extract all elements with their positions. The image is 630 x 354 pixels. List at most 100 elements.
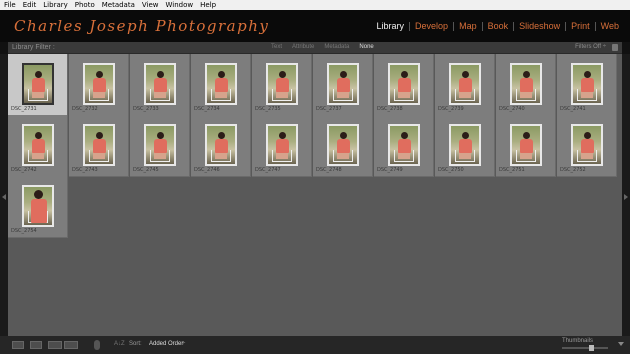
photo-head <box>523 71 530 78</box>
thumbnail-filename: DSC_2743 <box>72 167 98 173</box>
thumbnail-filename: DSC_2739 <box>438 106 464 112</box>
photo-thumbnail[interactable] <box>22 124 54 166</box>
loupe-view-button[interactable] <box>30 341 42 349</box>
thumbnail-cell[interactable]: DSC_2732 <box>69 54 129 116</box>
grid-view-button[interactable] <box>12 341 24 349</box>
thumbnail-cell[interactable]: DSC_2754 <box>8 176 68 238</box>
module-develop[interactable]: Develop <box>410 21 453 31</box>
module-book[interactable]: Book <box>483 21 514 31</box>
sort-direction-icon[interactable]: A↓Z <box>114 341 125 347</box>
filter-option-none[interactable]: None <box>354 44 378 50</box>
toolbar-options-icon[interactable] <box>618 342 624 346</box>
photo-thumbnail[interactable] <box>327 124 359 166</box>
left-panel-toggle[interactable] <box>0 54 8 336</box>
photo-thumbnail[interactable] <box>388 124 420 166</box>
thumbnail-cell[interactable]: DSC_2734 <box>191 54 251 116</box>
photo-thumbnail[interactable] <box>205 124 237 166</box>
photo-thumbnail[interactable] <box>327 63 359 105</box>
module-library[interactable]: Library <box>372 21 410 31</box>
menu-help[interactable]: Help <box>200 1 216 9</box>
photo-legs <box>337 91 349 98</box>
photo-thumbnail[interactable] <box>266 124 298 166</box>
thumbnail-cell[interactable]: DSC_2750 <box>435 115 495 177</box>
filter-option-attribute[interactable]: Attribute <box>287 44 319 50</box>
module-print[interactable]: Print <box>566 21 595 31</box>
photo-thumbnail[interactable] <box>83 124 115 166</box>
photo-thumbnail[interactable] <box>83 63 115 105</box>
filters-off-dropdown[interactable]: Filters Off ÷ <box>575 44 606 50</box>
sort-chevron-icon[interactable]: ÷ <box>182 341 185 347</box>
photo-thumbnail[interactable] <box>266 63 298 105</box>
photo-head <box>218 71 225 78</box>
photo-thumbnail[interactable] <box>144 124 176 166</box>
photo-dress <box>215 78 228 92</box>
sort-order-dropdown[interactable]: Added Order <box>149 341 183 347</box>
thumbnail-cell[interactable]: DSC_2752 <box>557 115 617 177</box>
thumbnail-cell[interactable]: DSC_2741 <box>557 54 617 116</box>
thumbnail-cell[interactable]: DSC_2731 <box>8 54 68 116</box>
thumbnail-cell[interactable]: DSC_2749 <box>374 115 434 177</box>
photo-dress <box>32 78 45 92</box>
survey-view-button[interactable] <box>64 341 78 349</box>
lock-icon[interactable] <box>612 44 618 51</box>
thumbnail-cell[interactable]: DSC_2748 <box>313 115 373 177</box>
photo-dress <box>398 78 411 92</box>
photo-legs <box>32 91 44 98</box>
photo-dress <box>581 139 594 153</box>
photo-dress <box>459 78 472 92</box>
module-map[interactable]: Map <box>454 21 482 31</box>
menu-view[interactable]: View <box>142 1 159 9</box>
photo-thumbnail[interactable] <box>449 63 481 105</box>
photo-thumbnail[interactable] <box>571 124 603 166</box>
menu-photo[interactable]: Photo <box>75 1 95 9</box>
photo-thumbnail[interactable] <box>144 63 176 105</box>
thumbnail-cell[interactable]: DSC_2740 <box>496 54 556 116</box>
right-panel-toggle[interactable] <box>622 54 630 336</box>
photo-head <box>462 71 469 78</box>
photo-legs <box>32 152 44 159</box>
module-web[interactable]: Web <box>596 21 624 31</box>
photo-head <box>96 132 103 139</box>
thumbnail-cell[interactable]: DSC_2738 <box>374 54 434 116</box>
photo-dress <box>32 139 45 153</box>
thumbnail-filename: DSC_2738 <box>377 106 403 112</box>
photo-thumbnail[interactable] <box>449 124 481 166</box>
photo-thumbnail[interactable] <box>205 63 237 105</box>
thumbnail-cell[interactable]: DSC_2747 <box>252 115 312 177</box>
menu-window[interactable]: Window <box>166 1 194 9</box>
thumbnail-filename: DSC_2749 <box>377 167 403 173</box>
thumbnail-cell[interactable]: DSC_2742 <box>8 115 68 177</box>
thumbnail-size-slider[interactable] <box>562 347 608 349</box>
people-view-icon[interactable] <box>94 340 100 350</box>
thumbnail-filename: DSC_2751 <box>499 167 525 173</box>
library-toolbar: A↓Z Sort: Added Order ÷ Thumbnails <box>0 336 630 354</box>
thumbnail-cell[interactable]: DSC_2743 <box>69 115 129 177</box>
menu-file[interactable]: File <box>4 1 16 9</box>
module-slideshow[interactable]: Slideshow <box>514 21 565 31</box>
thumbnail-size-knob[interactable] <box>588 345 594 351</box>
photo-thumbnail[interactable] <box>510 63 542 105</box>
thumbnail-cell[interactable]: DSC_2739 <box>435 54 495 116</box>
photo-thumbnail[interactable] <box>22 63 54 105</box>
filter-option-text[interactable]: Text <box>266 44 287 50</box>
thumbnail-cell[interactable]: DSC_2751 <box>496 115 556 177</box>
thumbnail-filename: DSC_2731 <box>11 106 37 112</box>
thumbnail-cell[interactable]: DSC_2745 <box>130 115 190 177</box>
photo-thumbnail[interactable] <box>571 63 603 105</box>
menu-library[interactable]: Library <box>43 1 67 9</box>
thumbnail-filename: DSC_2732 <box>72 106 98 112</box>
filter-option-metadata[interactable]: Metadata <box>319 44 354 50</box>
photo-legs <box>398 152 410 159</box>
thumbnail-cell[interactable]: DSC_2733 <box>130 54 190 116</box>
library-filter-title: Library Filter : <box>12 44 55 51</box>
menu-edit[interactable]: Edit <box>23 1 37 9</box>
thumbnail-cell[interactable]: DSC_2735 <box>252 54 312 116</box>
menu-metadata[interactable]: Metadata <box>102 1 135 9</box>
photo-thumbnail[interactable] <box>22 185 54 227</box>
thumbnail-cell[interactable]: DSC_2737 <box>313 54 373 116</box>
photo-thumbnail[interactable] <box>388 63 420 105</box>
photo-legs <box>398 91 410 98</box>
thumbnail-cell[interactable]: DSC_2746 <box>191 115 251 177</box>
compare-view-button[interactable] <box>48 341 62 349</box>
photo-thumbnail[interactable] <box>510 124 542 166</box>
